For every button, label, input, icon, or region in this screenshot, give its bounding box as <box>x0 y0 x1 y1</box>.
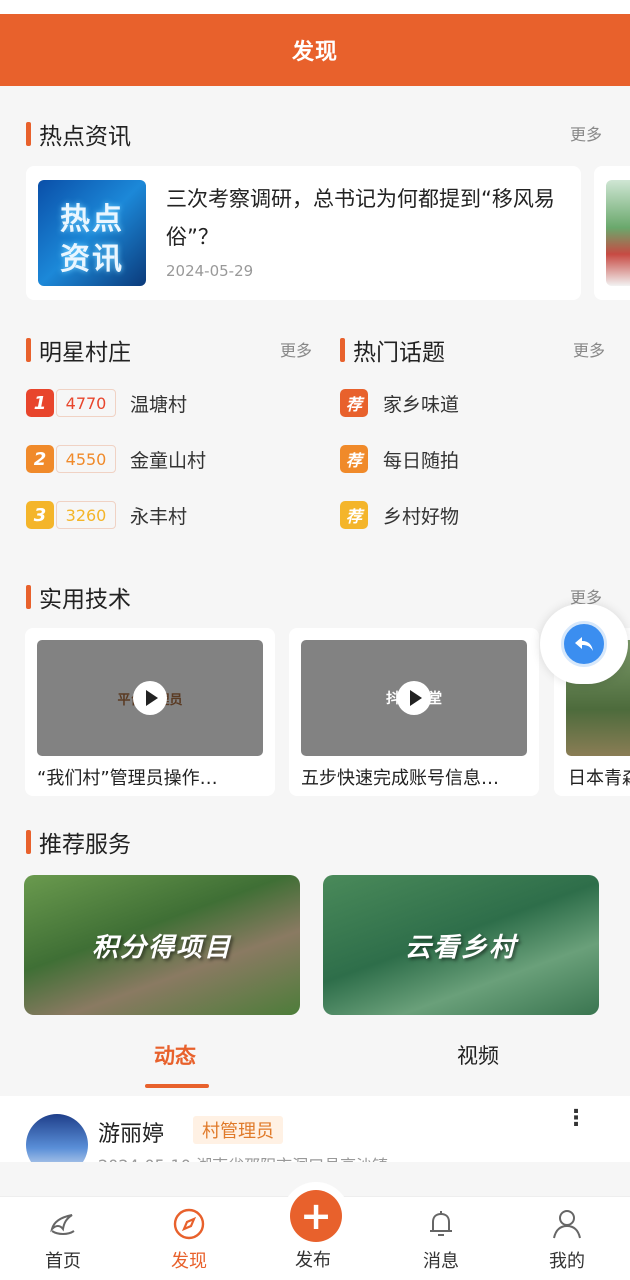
video-title: 日本青森 <box>568 768 630 789</box>
reply-arrow-icon <box>561 621 607 667</box>
active-tab-indicator <box>145 1084 209 1088</box>
thumb-text: 资讯 <box>60 242 124 277</box>
nav-label: 我的 <box>549 1251 585 1272</box>
rank-badge: 2 <box>26 445 54 473</box>
village-rank-item[interactable]: 3 3260 永丰村 <box>26 500 187 530</box>
topic-name: 乡村好物 <box>383 505 460 528</box>
village-rank-item[interactable]: 1 4770 温塘村 <box>26 388 187 418</box>
village-name: 温塘村 <box>130 393 188 416</box>
more-options-icon[interactable]: ⋮ <box>565 1108 587 1130</box>
video-card[interactable]: 抖音学堂 五步快速完成账号信息… <box>289 628 539 796</box>
play-icon[interactable] <box>397 681 431 715</box>
feed-post[interactable]: 游丽婷 村管理员 ⋮ 2024-05-10 湖南省邵阳市洞口县高沙镇… <box>0 1096 630 1162</box>
rank-score: 4550 <box>56 445 116 473</box>
news-card-partial[interactable] <box>594 166 630 300</box>
tab-dynamics[interactable]: 动态 <box>154 1040 196 1070</box>
avatar[interactable] <box>26 1114 88 1162</box>
hot-topics-title: 热门话题 <box>353 340 445 366</box>
service-label: 积分得项目 <box>91 932 232 963</box>
recommend-badge: 荐 <box>340 389 368 417</box>
services-heading: 推荐服务 <box>26 825 131 859</box>
rank-badge: 1 <box>26 389 54 417</box>
news-date: 2024-05-29 <box>166 262 254 280</box>
section-marker <box>26 338 31 362</box>
section-marker <box>26 122 31 146</box>
recommend-badge: 荐 <box>340 501 368 529</box>
topic-item[interactable]: 荐 每日随拍 <box>340 444 459 474</box>
tab-videos[interactable]: 视频 <box>457 1040 499 1070</box>
tech-heading: 实用技术 <box>26 580 131 614</box>
video-thumbnail: 抖音学堂 <box>301 640 527 756</box>
hot-news-heading: 热点资讯 <box>26 117 131 151</box>
service-label: 云看乡村 <box>404 932 517 963</box>
page-title: 发现 <box>291 40 338 65</box>
video-title: “我们村”管理员操作… <box>37 768 218 789</box>
user-icon <box>553 1210 581 1239</box>
back-float-button[interactable] <box>540 604 628 684</box>
hot-topics-more-link[interactable]: 更多 <box>573 337 605 361</box>
star-villages-more-link[interactable]: 更多 <box>280 337 312 361</box>
feed-author-name: 游丽婷 <box>98 1122 165 1147</box>
section-marker <box>26 585 31 609</box>
nav-label: 首页 <box>45 1251 81 1272</box>
rank-score: 3260 <box>56 501 116 529</box>
feed-meta: 2024-05-10 湖南省邵阳市洞口县高沙镇… <box>98 1152 404 1162</box>
video-thumbnail: 平台管理员 <box>37 640 263 756</box>
tech-title: 实用技术 <box>39 587 131 613</box>
play-icon[interactable] <box>133 681 167 715</box>
topic-name: 家乡味道 <box>383 393 460 416</box>
service-card-village-view[interactable]: 云看乡村 <box>323 875 599 1015</box>
top-bar: 发现 <box>0 14 630 86</box>
thumb-text: 热点 <box>60 202 124 237</box>
topic-item[interactable]: 荐 乡村好物 <box>340 500 459 530</box>
services-title: 推荐服务 <box>39 832 131 858</box>
topic-name: 每日随拍 <box>383 449 460 472</box>
plus-icon: + <box>290 1190 342 1242</box>
compass-icon <box>173 1208 205 1240</box>
bell-icon <box>430 1211 452 1236</box>
section-marker <box>26 830 31 854</box>
home-icon <box>50 1214 75 1235</box>
nav-home[interactable]: 首页 <box>18 1197 108 1280</box>
nav-discover[interactable]: 发现 <box>144 1197 234 1280</box>
rank-badge: 3 <box>26 501 54 529</box>
nav-messages[interactable]: 消息 <box>396 1197 486 1280</box>
nav-label-publish[interactable]: 发布 <box>295 1246 331 1272</box>
rank-score: 4770 <box>56 389 116 417</box>
feed-tabs: 动态 视频 <box>0 1040 630 1094</box>
topic-item[interactable]: 荐 家乡味道 <box>340 388 459 418</box>
service-card-points[interactable]: 积分得项目 <box>24 875 300 1015</box>
role-badge: 村管理员 <box>193 1116 283 1144</box>
hot-news-more-link[interactable]: 更多 <box>570 121 602 145</box>
section-marker <box>340 338 345 362</box>
village-rank-item[interactable]: 2 4550 金童山村 <box>26 444 206 474</box>
recommend-badge: 荐 <box>340 445 368 473</box>
video-title: 五步快速完成账号信息… <box>301 768 499 789</box>
star-villages-title: 明星村庄 <box>39 340 131 366</box>
village-name: 金童山村 <box>130 449 207 472</box>
hot-news-title: 热点资讯 <box>39 124 131 150</box>
nav-label: 消息 <box>423 1251 459 1272</box>
village-name: 永丰村 <box>130 505 188 528</box>
star-villages-heading: 明星村庄 <box>26 333 131 367</box>
status-bar <box>0 0 630 14</box>
news-thumbnail: 热点 资讯 <box>38 180 146 286</box>
news-thumbnail <box>606 180 630 286</box>
nav-profile[interactable]: 我的 <box>522 1197 612 1280</box>
nav-label: 发现 <box>171 1251 207 1272</box>
news-title: 三次考察调研，总书记为何都提到“移风易俗”？ <box>166 187 555 249</box>
publish-button[interactable]: + <box>282 1182 350 1250</box>
video-card[interactable]: 平台管理员 “我们村”管理员操作… <box>25 628 275 796</box>
hot-topics-heading: 热门话题 <box>340 333 445 367</box>
news-card[interactable]: 热点 资讯 三次考察调研，总书记为何都提到“移风易俗”？ 2024-05-29 <box>26 166 581 300</box>
